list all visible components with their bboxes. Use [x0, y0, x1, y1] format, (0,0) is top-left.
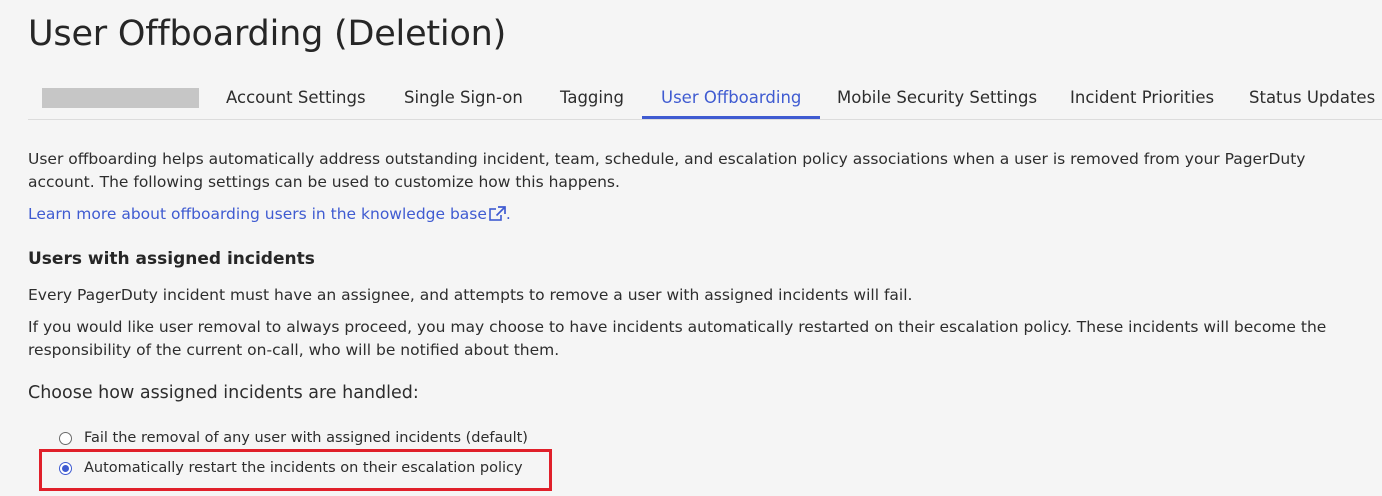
knowledge-base-link-text[interactable]: Learn more about offboarding users in th…: [28, 205, 487, 223]
tab-single-sign-on[interactable]: Single Sign-on: [385, 78, 542, 119]
choose-handling-label: Choose how assigned incidents are handle…: [28, 383, 419, 403]
settings-tab-bar: Account Settings Single Sign-on Tagging …: [28, 78, 1382, 120]
tab-user-offboarding[interactable]: User Offboarding: [642, 78, 821, 119]
tab-mobile-security-settings[interactable]: Mobile Security Settings: [818, 78, 1056, 119]
auto-restart-explanation: If you would like user removal to always…: [28, 318, 1327, 359]
option-auto-restart-label[interactable]: Automatically restart the incidents on t…: [84, 460, 523, 476]
page-title: User Offboarding (Deletion): [28, 14, 507, 54]
tab-account-settings[interactable]: Account Settings: [207, 78, 385, 119]
user-offboarding-page: User Offboarding (Deletion) Account Sett…: [0, 0, 1382, 496]
radio-fail-removal[interactable]: [59, 431, 72, 445]
option-fail-removal[interactable]: Fail the removal of any user with assign…: [59, 427, 528, 449]
intro-text: User offboarding helps automatically add…: [28, 150, 1306, 191]
section-heading: Users with assigned incidents: [28, 249, 315, 269]
link-suffix: .: [505, 205, 511, 223]
tab-incident-priorities[interactable]: Incident Priorities: [1051, 78, 1233, 119]
redacted-tab: [42, 88, 199, 108]
external-link-icon: [489, 205, 506, 228]
tab-tagging[interactable]: Tagging: [541, 78, 643, 119]
radio-auto-restart[interactable]: [59, 461, 72, 475]
tab-status-updates[interactable]: Status Updates: [1230, 78, 1382, 119]
assignee-requirement-text: Every PagerDuty incident must have an as…: [28, 286, 913, 304]
knowledge-base-link[interactable]: Learn more about offboarding users in th…: [28, 203, 511, 228]
option-fail-removal-label[interactable]: Fail the removal of any user with assign…: [84, 430, 528, 446]
option-auto-restart[interactable]: Automatically restart the incidents on t…: [59, 457, 523, 479]
